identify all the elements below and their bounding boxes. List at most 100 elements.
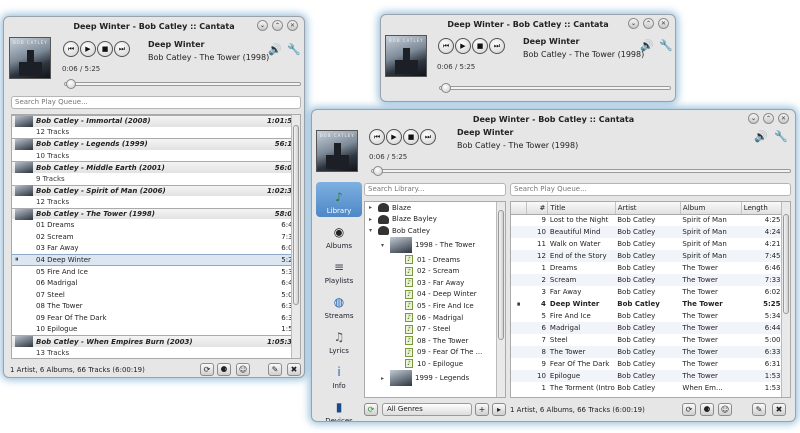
column-header[interactable]: #	[526, 202, 549, 215]
library-search-input[interactable]: Search Library...	[364, 183, 506, 196]
maximize-button[interactable]: ⌃	[272, 20, 283, 31]
queue-album-header[interactable]: Bob Catley - The Tower (1998) 58:01	[12, 207, 300, 220]
scrollbar[interactable]	[291, 115, 300, 358]
queue-album-header[interactable]: Bob Catley - Immortal (2008) 1:01:50	[12, 115, 300, 127]
expand-arrow-icon[interactable]: ▸	[369, 204, 378, 211]
column-header[interactable]: Title	[547, 202, 616, 215]
queue-row[interactable]: 9 Tracks	[12, 173, 300, 185]
minimize-button[interactable]: ⌄	[628, 18, 639, 29]
library-song[interactable]: ♪ 06 - Madrigal	[365, 312, 505, 324]
stop-button[interactable]: ■	[97, 41, 113, 57]
queue-search-input[interactable]: Search Play Queue...	[11, 96, 301, 109]
clear-button[interactable]: ✖	[772, 403, 786, 416]
queue-album-header[interactable]: Bob Catley - Spirit of Man (2006) 1:02:35	[12, 184, 300, 197]
repeat-button[interactable]: ⟳	[200, 363, 214, 376]
column-header[interactable]: Album	[680, 202, 742, 215]
library-song[interactable]: ♪ 07 - Steel	[365, 323, 505, 335]
play-button[interactable]: ▶	[80, 41, 96, 57]
library-song[interactable]: ♪ 09 - Fear Of The ...	[365, 347, 505, 359]
table-row[interactable]: 7 Steel Bob Catley The Tower 5:00	[511, 334, 783, 346]
library-song[interactable]: ♪ 04 - Deep Winter	[365, 289, 505, 301]
queue-row[interactable]: 01 Dreams 6:46	[12, 219, 300, 231]
library-song[interactable]: ♪ 02 - Scream	[365, 265, 505, 277]
slider-knob[interactable]	[373, 166, 383, 176]
queue-row[interactable]: 05 Fire And Ice 5:34	[12, 266, 300, 278]
next-button[interactable]: ⏭	[489, 38, 505, 54]
table-row[interactable]: 12 End of the Story Bob Catley Spirit of Ma…	[511, 250, 783, 262]
prev-button[interactable]: ⏮	[63, 41, 79, 57]
play-button[interactable]: ▶	[386, 129, 402, 145]
volume-icon[interactable]: 🔊	[754, 130, 768, 143]
table-row[interactable]: 11 Walk on Water Bob Catley Spirit of Man 4:…	[511, 238, 783, 250]
sidebar-item-streams[interactable]: ◍ Streams	[316, 287, 362, 322]
next-button[interactable]: ⏭	[114, 41, 130, 57]
queue-row[interactable]: 12 Tracks	[12, 196, 300, 208]
tools-icon[interactable]: 🔧	[659, 39, 673, 52]
library-song[interactable]: ♪ 01 - Dreams	[365, 254, 505, 266]
table-row[interactable]: 9 Lost to the Night Bob Catley Spirit of Ma…	[511, 214, 783, 226]
scrollbar[interactable]	[496, 202, 505, 397]
close-button[interactable]: ✕	[658, 18, 669, 29]
queue-row[interactable]: 06 Madrigal 6:44	[12, 277, 300, 289]
expand-arrow-icon[interactable]: ▸	[381, 375, 390, 382]
queue-row[interactable]: 07 Steel 5:00	[12, 289, 300, 301]
play-button[interactable]: ▶	[455, 38, 471, 54]
stop-button[interactable]: ■	[403, 129, 419, 145]
play-now-button[interactable]: ▸	[492, 403, 506, 416]
table-row[interactable]: 1 The Torment (Intro) Bob Catley When Em...…	[511, 382, 783, 394]
queue-row[interactable]: 13 Tracks	[12, 347, 300, 358]
library-artist[interactable]: ▸ Blaze	[365, 202, 505, 214]
queue-row[interactable]: ⏸ 04 Deep Winter 5:25	[12, 254, 300, 266]
consume-button[interactable]: ☺	[236, 363, 250, 376]
library-song[interactable]: ♪ 10 - Epilogue	[365, 358, 505, 370]
queue-album-header[interactable]: Bob Catley - When Empires Burn (2003) 1:0…	[12, 335, 300, 348]
queue-row[interactable]: 10 Epilogue 1:53	[12, 324, 300, 336]
add-to-queue-button[interactable]: +	[475, 403, 489, 416]
random-button[interactable]: ⚈	[217, 363, 231, 376]
queue-album-header[interactable]: Bob Catley - Middle Earth (2001) 56:02	[12, 161, 300, 174]
edit-button[interactable]: ✎	[268, 363, 282, 376]
library-song[interactable]: ♪ 08 - The Tower	[365, 335, 505, 347]
table-row[interactable]: 9 Fear Of The Dark Bob Catley The Tower 6:31	[511, 358, 783, 370]
expand-arrow-icon[interactable]: ▸	[369, 216, 378, 223]
column-header[interactable]: Artist	[615, 202, 681, 215]
position-slider[interactable]	[439, 83, 671, 93]
sidebar-item-playlists[interactable]: ≡ Playlists	[316, 252, 362, 287]
consume-button[interactable]: ☺	[718, 403, 732, 416]
library-artist[interactable]: ▸ Blaze Bayley	[365, 214, 505, 226]
table-row[interactable]: 10 Epilogue Bob Catley The Tower 1:53	[511, 370, 783, 382]
maximize-button[interactable]: ⌃	[643, 18, 654, 29]
prev-button[interactable]: ⏮	[369, 129, 385, 145]
prev-button[interactable]: ⏮	[438, 38, 454, 54]
position-slider[interactable]	[64, 79, 301, 89]
table-row[interactable]: ⏸ 4 Deep Winter Bob Catley The Tower 5:25	[511, 298, 783, 310]
refresh-button[interactable]: ⟳	[364, 403, 378, 416]
queue-row[interactable]: 12 Tracks	[12, 127, 300, 139]
scrollbar[interactable]	[781, 202, 790, 397]
table-row[interactable]: 6 Madrigal Bob Catley The Tower 6:44	[511, 322, 783, 334]
maximize-button[interactable]: ⌃	[763, 113, 774, 124]
slider-knob[interactable]	[441, 83, 451, 93]
sidebar-item-albums[interactable]: ◉ Albums	[316, 217, 362, 252]
library-album[interactable]: ▾ 1998 - The Tower	[365, 237, 505, 254]
column-header[interactable]: Length	[741, 202, 784, 215]
queue-search-input[interactable]: Search Play Queue...	[510, 183, 791, 196]
random-button[interactable]: ⚈	[700, 403, 714, 416]
genre-combo[interactable]: All Genres	[382, 403, 472, 416]
slider-knob[interactable]	[66, 79, 76, 89]
minimize-button[interactable]: ⌄	[748, 113, 759, 124]
minimize-button[interactable]: ⌄	[257, 20, 268, 31]
library-artist[interactable]: ▾ Bob Catley	[365, 225, 505, 237]
close-button[interactable]: ✕	[287, 20, 298, 31]
library-song[interactable]: ♪ 03 - Far Away	[365, 277, 505, 289]
table-row[interactable]: 1 Dreams Bob Catley The Tower 6:46	[511, 262, 783, 274]
sidebar-item-info[interactable]: i Info	[316, 357, 362, 392]
position-slider[interactable]	[371, 166, 791, 176]
expand-arrow-icon[interactable]: ▾	[369, 227, 378, 234]
sidebar-item-library[interactable]: ♪ Library	[316, 182, 362, 217]
queue-row[interactable]: 02 Scream 7:33	[12, 231, 300, 243]
volume-icon[interactable]: 🔊	[640, 39, 654, 52]
table-row[interactable]: 5 Fire And Ice Bob Catley The Tower 5:34	[511, 310, 783, 322]
table-row[interactable]: 3 Far Away Bob Catley The Tower 6:02	[511, 286, 783, 298]
queue-row[interactable]: 10 Tracks	[12, 150, 300, 162]
